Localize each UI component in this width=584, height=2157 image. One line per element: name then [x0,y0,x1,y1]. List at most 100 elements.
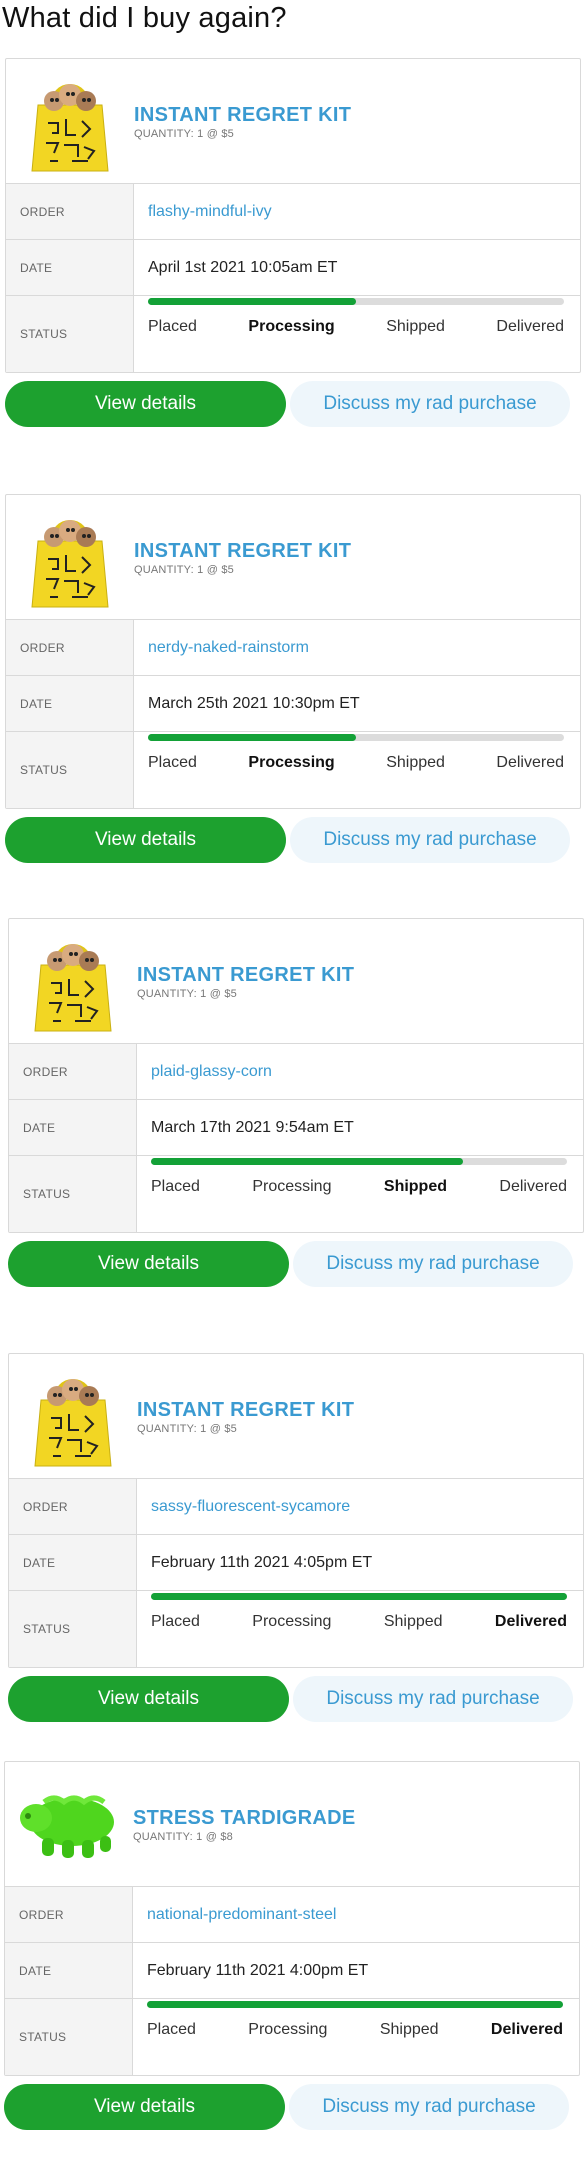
order-actions: View details Discuss my rad purchase [5,381,581,427]
order-date: February 11th 2021 4:00pm ET [147,1961,369,1979]
discuss-purchase-button[interactable]: Discuss my rad purchase [290,817,570,863]
order-id-link[interactable]: nerdy-naked-rainstorm [148,639,309,657]
status-progress-fill [148,298,356,305]
order-date: March 25th 2021 10:30pm ET [148,694,360,712]
tote-bag-image [34,944,112,1032]
status-step-processing: Processing [248,2021,328,2038]
order-details-card: INSTANT REGRET KIT QUANTITY: 1 @ $5 ORDER n… [5,494,581,809]
view-details-button[interactable]: View details [5,817,286,863]
date-label: DATE [9,1535,137,1590]
order-date: April 1st 2021 10:05am ET [148,258,338,276]
view-details-button[interactable]: View details [5,381,286,427]
tardigrade-image [20,1795,114,1858]
product-name[interactable]: INSTANT REGRET KIT [134,539,351,563]
tote-bag-image [31,84,109,172]
status-row: STATUS Placed Processing Shipped Delivered [6,296,580,372]
status-steps: Placed Processing Shipped Delivered [151,1178,567,1196]
order-row: ORDER nerdy-naked-rainstorm [6,620,580,676]
status-step-processing: Processing [248,754,335,771]
status-label: STATUS [6,732,134,808]
status-progress-bar [148,298,564,305]
status-label: STATUS [6,296,134,372]
view-details-button[interactable]: View details [8,1676,289,1722]
product-header: INSTANT REGRET KIT QUANTITY: 1 @ $5 [6,59,580,184]
product-thumbnail [6,66,134,176]
order-label: ORDER [9,1479,137,1534]
order-label: ORDER [9,1044,137,1099]
product-quantity: QUANTITY: 1 @ $5 [137,1422,237,1435]
status-step-shipped: Shipped [383,1178,447,1195]
status-step-delivered: Delivered [499,1178,567,1195]
status-progress-bar [151,1158,567,1165]
order-details-card: INSTANT REGRET KIT QUANTITY: 1 @ $5 ORDER p… [8,918,584,1233]
product-thumbnail [9,1361,137,1471]
product-quantity: QUANTITY: 1 @ $5 [137,987,237,1000]
status-progress-fill [148,734,356,741]
order-date: March 17th 2021 9:54am ET [151,1118,354,1136]
order-row: ORDER flashy-mindful-ivy [6,184,580,240]
order-label: ORDER [5,1887,133,1942]
status-step-shipped: Shipped [383,1613,443,1630]
status-steps: Placed Processing Shipped Delivered [147,2021,563,2039]
tote-bag-image [34,1379,112,1467]
status-label: STATUS [9,1156,137,1232]
status-progress-fill [151,1593,567,1600]
discuss-purchase-button[interactable]: Discuss my rad purchase [290,381,570,427]
status-step-delivered: Delivered [490,2021,563,2038]
discuss-purchase-button[interactable]: Discuss my rad purchase [293,1676,573,1722]
product-name[interactable]: INSTANT REGRET KIT [134,103,351,127]
status-step-delivered: Delivered [494,1613,567,1630]
product-header: INSTANT REGRET KIT QUANTITY: 1 @ $5 [6,495,580,620]
status-row: STATUS Placed Processing Shipped Delivered [9,1591,583,1667]
order-id-link[interactable]: national-predominant-steel [147,1906,336,1924]
discuss-purchase-button[interactable]: Discuss my rad purchase [293,1241,573,1287]
order-card: INSTANT REGRET KIT QUANTITY: 1 @ $5 ORDER n… [5,494,581,863]
order-row: ORDER sassy-fluorescent-sycamore [9,1479,583,1535]
date-label: DATE [9,1100,137,1155]
product-quantity: QUANTITY: 1 @ $8 [133,1830,233,1843]
date-label: DATE [6,240,134,295]
product-quantity: QUANTITY: 1 @ $5 [134,127,234,140]
status-label: STATUS [5,1999,133,2075]
tote-bag-image [31,520,109,608]
order-row: ORDER plaid-glassy-corn [9,1044,583,1100]
order-card: INSTANT REGRET KIT QUANTITY: 1 @ $5 ORDER p… [8,918,584,1287]
date-row: DATE April 1st 2021 10:05am ET [6,240,580,296]
status-step-delivered: Delivered [496,754,564,771]
order-details-card: STRESS TARDIGRADE QUANTITY: 1 @ $8 ORDER na… [4,1761,580,2076]
product-header: INSTANT REGRET KIT QUANTITY: 1 @ $5 [9,919,583,1044]
product-quantity: QUANTITY: 1 @ $5 [134,563,234,576]
order-id-link[interactable]: plaid-glassy-corn [151,1063,272,1081]
date-label: DATE [5,1943,133,1998]
status-row: STATUS Placed Processing Shipped Delivered [5,1999,579,2075]
order-id-link[interactable]: sassy-fluorescent-sycamore [151,1498,350,1516]
status-progress-fill [151,1158,463,1165]
view-details-button[interactable]: View details [8,1241,289,1287]
product-thumbnail [5,1769,133,1879]
order-id-link[interactable]: flashy-mindful-ivy [148,203,272,221]
order-label: ORDER [6,620,134,675]
discuss-purchase-button[interactable]: Discuss my rad purchase [289,2084,569,2130]
order-card: INSTANT REGRET KIT QUANTITY: 1 @ $5 ORDER f… [5,58,581,427]
order-actions: View details Discuss my rad purchase [8,1241,584,1287]
order-date: February 11th 2021 4:05pm ET [151,1553,373,1571]
product-name[interactable]: INSTANT REGRET KIT [137,1398,354,1422]
status-steps: Placed Processing Shipped Delivered [148,754,564,772]
status-steps: Placed Processing Shipped Delivered [148,318,564,336]
date-row: DATE February 11th 2021 4:05pm ET [9,1535,583,1591]
order-label: ORDER [6,184,134,239]
order-row: ORDER national-predominant-steel [5,1887,579,1943]
date-row: DATE February 11th 2021 4:00pm ET [5,1943,579,1999]
product-header: STRESS TARDIGRADE QUANTITY: 1 @ $8 [5,1762,579,1887]
order-details-card: INSTANT REGRET KIT QUANTITY: 1 @ $5 ORDER f… [5,58,581,373]
status-progress-fill [147,2001,563,2008]
view-details-button[interactable]: View details [4,2084,285,2130]
status-progress-bar [148,734,564,741]
product-thumbnail [6,502,134,612]
order-card: STRESS TARDIGRADE QUANTITY: 1 @ $8 ORDER na… [4,1761,580,2130]
product-name[interactable]: INSTANT REGRET KIT [137,963,354,987]
product-name[interactable]: STRESS TARDIGRADE [133,1806,356,1830]
status-label: STATUS [9,1591,137,1667]
order-actions: View details Discuss my rad purchase [4,2084,580,2130]
status-step-placed: Placed [148,754,197,771]
